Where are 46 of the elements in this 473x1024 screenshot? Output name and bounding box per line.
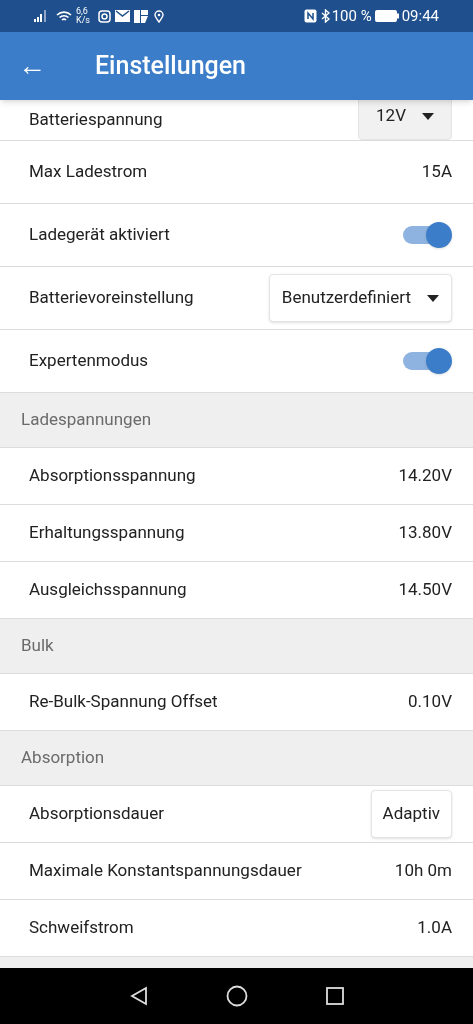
setting-value: 14.20V bbox=[398, 464, 452, 488]
setting-label: Absorptionsspannung bbox=[29, 464, 197, 488]
section-title: Ladespannungen bbox=[21, 408, 152, 432]
caret-icon bbox=[422, 112, 434, 120]
value-button[interactable]: Adaptiv bbox=[370, 790, 452, 838]
location-pin-icon bbox=[154, 9, 164, 23]
caret-icon bbox=[427, 294, 439, 302]
home-circle-icon[interactable] bbox=[225, 985, 248, 1007]
setting-value: 14.50V bbox=[398, 578, 452, 602]
setting-value: 10h 0m bbox=[394, 859, 452, 883]
setting-label: Max Ladestrom bbox=[29, 160, 149, 184]
back-button[interactable]: ← bbox=[0, 52, 64, 80]
camera-icon bbox=[98, 9, 111, 23]
setting-value: 0.10V bbox=[408, 690, 452, 714]
setting-label: Maximale Konstantspannungsdauer bbox=[29, 859, 303, 883]
bluetooth-icon bbox=[320, 9, 330, 23]
setting-value: 15A bbox=[421, 160, 452, 184]
wifi-icon bbox=[56, 9, 72, 23]
section-title: Bulk bbox=[21, 634, 54, 658]
battery-icon bbox=[374, 10, 399, 22]
mail-icon bbox=[115, 10, 130, 22]
setting-label: Expertenmodus bbox=[29, 349, 150, 373]
nfc-icon bbox=[303, 9, 317, 23]
back-triangle-icon[interactable] bbox=[128, 986, 149, 1006]
dropdown[interactable]: Benutzerdefiniert bbox=[268, 274, 452, 322]
setting-value: 13.80V bbox=[398, 521, 452, 545]
square-icon[interactable] bbox=[324, 986, 345, 1006]
setting-label: Ladegerät aktiviert bbox=[29, 223, 171, 247]
screen-title: Einstellungen bbox=[95, 50, 247, 83]
toggle-switch[interactable] bbox=[402, 348, 452, 374]
setting-label: Erhaltungsspannung bbox=[29, 521, 186, 545]
network-speed: 6,6 bbox=[76, 7, 88, 16]
setting-value: 1.0A bbox=[417, 916, 452, 940]
setting-label: Ausgleichsspannung bbox=[29, 578, 188, 602]
setting-label: Absorptionsdauer bbox=[29, 802, 165, 826]
toggle-switch[interactable] bbox=[402, 222, 452, 248]
setting-label: Re-Bulk-Spannung Offset bbox=[29, 690, 219, 714]
network-speed-unit: K/s bbox=[76, 16, 90, 25]
battery-percent: 100 % bbox=[331, 5, 372, 27]
section-title: Absorption bbox=[21, 746, 105, 770]
clock: 09:44 bbox=[401, 5, 439, 27]
dropdown[interactable]: 12V bbox=[358, 100, 452, 140]
setting-label: Batteriespannung bbox=[29, 108, 164, 132]
setting-label: Batterievoreinstellung bbox=[29, 286, 195, 310]
app-icon bbox=[134, 9, 148, 23]
setting-label: Schweifstrom bbox=[29, 916, 135, 940]
